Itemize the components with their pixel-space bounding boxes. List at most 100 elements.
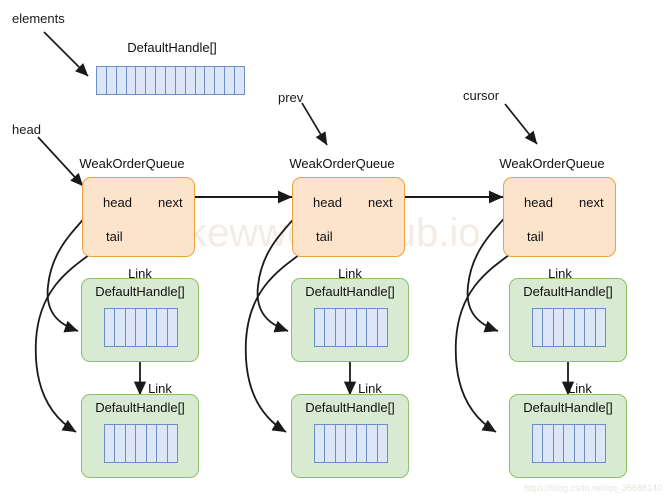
queue-2-link-2[interactable]: DefaultHandle[] [291,394,409,478]
queue-3-link-2-array-caption: DefaultHandle[] [523,400,613,415]
queue-3-link-2-array-cell [554,425,565,462]
queue-2-link-1-array-caption: DefaultHandle[] [305,284,395,299]
queue-1-link-1-array-cell [126,309,137,346]
queue-3-link-1[interactable]: DefaultHandle[] [509,278,627,362]
queue-3-link-2-array [532,424,606,463]
queue-1-link-2-array-cell [115,425,126,462]
stack-array [96,66,245,95]
stack-array-cell [225,67,236,94]
queue-1-field-tail: tail [106,229,123,244]
queue-1-link-2-array-cell [157,425,168,462]
queue-2-link-1-array-cell [367,309,378,346]
queue-1-caption: WeakOrderQueue [79,156,185,171]
queue-2-link-2-array-cell [336,425,347,462]
stack-array-cell [127,67,137,94]
queue-3-link-1-array-cell [564,309,575,346]
queue-1-field-next: next [158,195,183,210]
queue-3-link-1-array-caption: DefaultHandle[] [523,284,613,299]
stack-array-cell [136,67,147,94]
queue-2-box[interactable]: head next tail [292,177,405,257]
queue-1-field-head: head [103,195,132,210]
queue-3-box[interactable]: head next tail [503,177,616,257]
queue-3-link-1-array-cell [543,309,554,346]
queue-3-link-1-array-cell [585,309,596,346]
stack-array-cell [196,67,206,94]
queue-2-link-2-array-cell [367,425,378,462]
stack-array-cell [97,67,107,94]
queue-3-link-1-array-cell [554,309,565,346]
arrow-prev-to-queue2 [301,102,328,146]
queue-2-field-tail: tail [316,229,333,244]
queue-2-link-1-array-cell [315,309,326,346]
queue-2-link-2-array [314,424,388,463]
queue-2-link-1-array-cell [336,309,347,346]
queue-3-link-2-array-cell [596,425,605,462]
stack-array-cell [107,67,117,94]
queue-3-link-2-array-cell [585,425,596,462]
queue-3-link-2[interactable]: DefaultHandle[] [509,394,627,478]
queue-1-link-1-array-cell [136,309,147,346]
queue-1-link-1-array-cell [157,309,168,346]
queue-2-link-1-array-cell [378,309,387,346]
stack-array-cell [156,67,167,94]
queue-1-link-1-array-cell [105,309,116,346]
queue-2-link-2-array-cell [325,425,336,462]
queue-3-field-head: head [524,195,553,210]
arrow-elements-to-array [43,31,89,77]
queue-3-field-next: next [579,195,604,210]
queue-2-field-next: next [368,195,393,210]
queue-2-caption: WeakOrderQueue [289,156,395,171]
queue-3-link-2-array-cell [575,425,586,462]
queue-3-link-2-array-cell [533,425,544,462]
queue-3-link-1-array-cell [533,309,544,346]
queue-1-link-2-array-cell [105,425,116,462]
queue-2-field-head: head [313,195,342,210]
queue-2-link-1[interactable]: DefaultHandle[] [291,278,409,362]
queue-1-link-2[interactable]: DefaultHandle[] [81,394,199,478]
diagram-canvas: kkewwei.github.io https://blog.csdn.net/… [0,0,666,500]
queue-2-link-2-array-cell [315,425,326,462]
queue-2-link-2-array-cell [357,425,368,462]
queue-3-link-1-array [532,308,606,347]
label-cursor: cursor [463,88,500,103]
stack-array-cell [186,67,196,94]
queue-2-link-2-array-cell [378,425,387,462]
stack-array-cell [235,67,244,94]
queue-1-link-2-array-cell [168,425,177,462]
stack-array-cell [176,67,186,94]
queue-1-link-2-array-cell [126,425,137,462]
stack-array-cell [146,67,157,94]
queue-1-link-1-array [104,308,178,347]
arrow-cursor-to-queue3 [504,103,538,145]
queue-3-field-tail: tail [527,229,544,244]
queue-1-link-1-array-caption: DefaultHandle[] [95,284,185,299]
label-head: head [12,122,41,137]
stack-array-cell [166,67,176,94]
queue-1-link-2-array-caption: DefaultHandle[] [95,400,185,415]
watermark-corner: https://blog.csdn.net/qq_35688140 [524,483,663,493]
queue-1-link-2-array-cell [136,425,147,462]
queue-2-link-1-array-cell [325,309,336,346]
stack-array-caption: DefaultHandle[] [127,40,217,55]
queue-2-link-2-array-caption: DefaultHandle[] [305,400,395,415]
label-elements: elements [12,11,65,26]
queue-1-box[interactable]: head next tail [82,177,195,257]
queue-1-link-1-array-cell [147,309,158,346]
stack-array-cell [215,67,226,94]
queue-2-link-1-array-cell [357,309,368,346]
queue-1-link-2-array-cell [147,425,158,462]
queue-3-link-1-array-cell [575,309,586,346]
label-prev: prev [278,90,304,105]
stack-array-cell [117,67,127,94]
queue-1-link-1-array-cell [115,309,126,346]
queue-1-link-1[interactable]: DefaultHandle[] [81,278,199,362]
queue-3-caption: WeakOrderQueue [499,156,605,171]
queue-1-link-2-array [104,424,178,463]
stack-array-cell [205,67,216,94]
queue-2-link-1-array [314,308,388,347]
queue-1-link-1-array-cell [168,309,177,346]
queue-2-link-2-array-cell [346,425,357,462]
queue-3-link-2-array-cell [564,425,575,462]
queue-3-link-2-array-cell [543,425,554,462]
queue-2-link-1-array-cell [346,309,357,346]
